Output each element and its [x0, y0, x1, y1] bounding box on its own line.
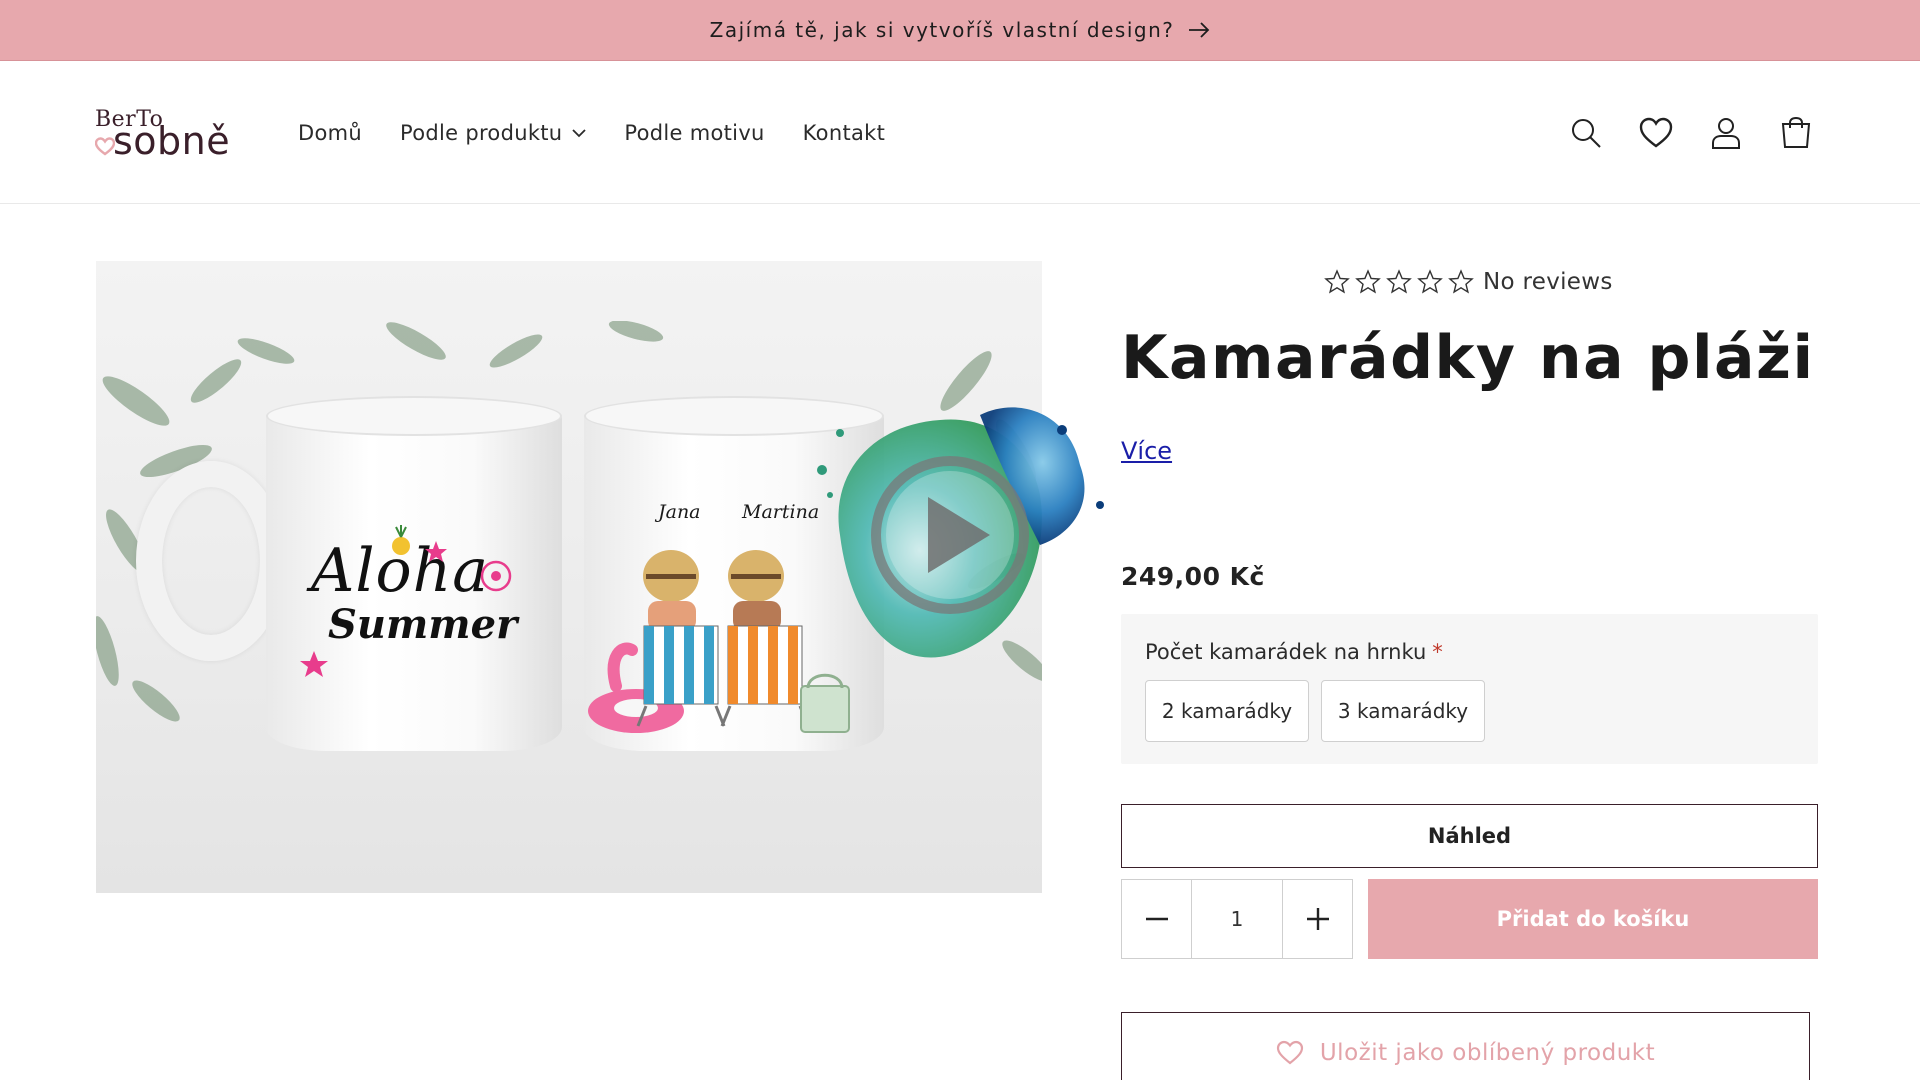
minus-icon	[1145, 917, 1168, 921]
left-mug-handle	[136, 461, 286, 661]
reviews-text: No reviews	[1483, 269, 1613, 295]
chevron-down-icon	[572, 128, 587, 137]
site-header: BerTo sobně Domů Podle produktu Podle mo…	[0, 61, 1920, 204]
quantity-decrease-button[interactable]	[1122, 880, 1191, 958]
quantity-stepper: 1	[1121, 879, 1353, 959]
heart-icon	[1639, 117, 1673, 147]
star-icon	[1355, 269, 1381, 294]
left-mug-rim	[266, 396, 562, 436]
product-title: Kamarádky na pláži	[1121, 323, 1815, 393]
heart-icon	[1276, 1040, 1303, 1064]
nav-item-label: Domů	[298, 120, 362, 145]
nav-item-home[interactable]: Domů	[298, 121, 362, 145]
save-favorite-button[interactable]: Uložit jako oblíbený produkt	[1121, 1012, 1810, 1080]
nav-item-label: Podle produktu	[400, 120, 563, 145]
brand-logo[interactable]: BerTo sobně	[95, 107, 245, 167]
play-video-button[interactable]	[800, 385, 1120, 685]
required-mark: *	[1432, 640, 1443, 664]
quantity-input[interactable]: 1	[1191, 880, 1283, 958]
more-link[interactable]: Více	[1121, 437, 1172, 465]
star-icon	[1448, 269, 1474, 294]
variant-selector: Počet kamarádek na hrnku * 2 kamarádky 3 …	[1121, 614, 1818, 764]
header-icons	[1568, 61, 1814, 204]
product-price: 249,00 Kč	[1121, 562, 1265, 591]
nav-item-by-motif[interactable]: Podle motivu	[624, 121, 764, 145]
preview-button[interactable]: Náhled	[1121, 804, 1818, 868]
mug-print-decorations	[300, 525, 512, 677]
save-favorite-label: Uložit jako oblíbený produkt	[1319, 1039, 1656, 1066]
variant-label: Počet kamarádek na hrnku *	[1145, 640, 1443, 664]
star-icon	[1386, 269, 1412, 294]
arrow-right-icon	[1189, 22, 1210, 38]
star-icon	[1417, 269, 1443, 294]
nav-item-label: Kontakt	[802, 120, 886, 145]
logo-heart-icon	[95, 137, 115, 156]
rating-summary[interactable]: No reviews	[1324, 261, 1613, 303]
plus-icon	[1306, 908, 1329, 930]
add-to-cart-button[interactable]: Přidat do košíku	[1368, 879, 1818, 959]
mug-name-jana: Jana	[658, 501, 701, 523]
announcement-bar: Zajímá tě, jak si vytvoříš vlastní desig…	[0, 0, 1920, 61]
nav-item-by-product[interactable]: Podle produktu	[400, 120, 587, 145]
search-button[interactable]	[1568, 115, 1604, 151]
variant-option-2[interactable]: 2 kamarádky	[1145, 680, 1309, 742]
cart-button[interactable]	[1778, 115, 1814, 151]
nav-item-contact[interactable]: Kontakt	[803, 121, 885, 145]
variant-option-3[interactable]: 3 kamarádky	[1321, 680, 1485, 742]
account-button[interactable]	[1708, 115, 1744, 151]
star-icon	[1324, 269, 1350, 294]
search-icon	[1572, 118, 1601, 148]
announcement-link[interactable]: Zajímá tě, jak si vytvoříš vlastní desig…	[710, 18, 1211, 42]
logo-text-main: sobně	[113, 119, 231, 163]
wishlist-button[interactable]	[1638, 115, 1674, 151]
main-nav: Domů Podle produktu Podle motivu Kontakt	[298, 61, 885, 204]
cart-icon	[1781, 116, 1811, 148]
quantity-increase-button[interactable]	[1283, 880, 1352, 958]
announcement-text: Zajímá tě, jak si vytvoříš vlastní desig…	[709, 18, 1175, 42]
account-icon	[1712, 117, 1740, 149]
nav-item-label: Podle motivu	[624, 120, 765, 145]
